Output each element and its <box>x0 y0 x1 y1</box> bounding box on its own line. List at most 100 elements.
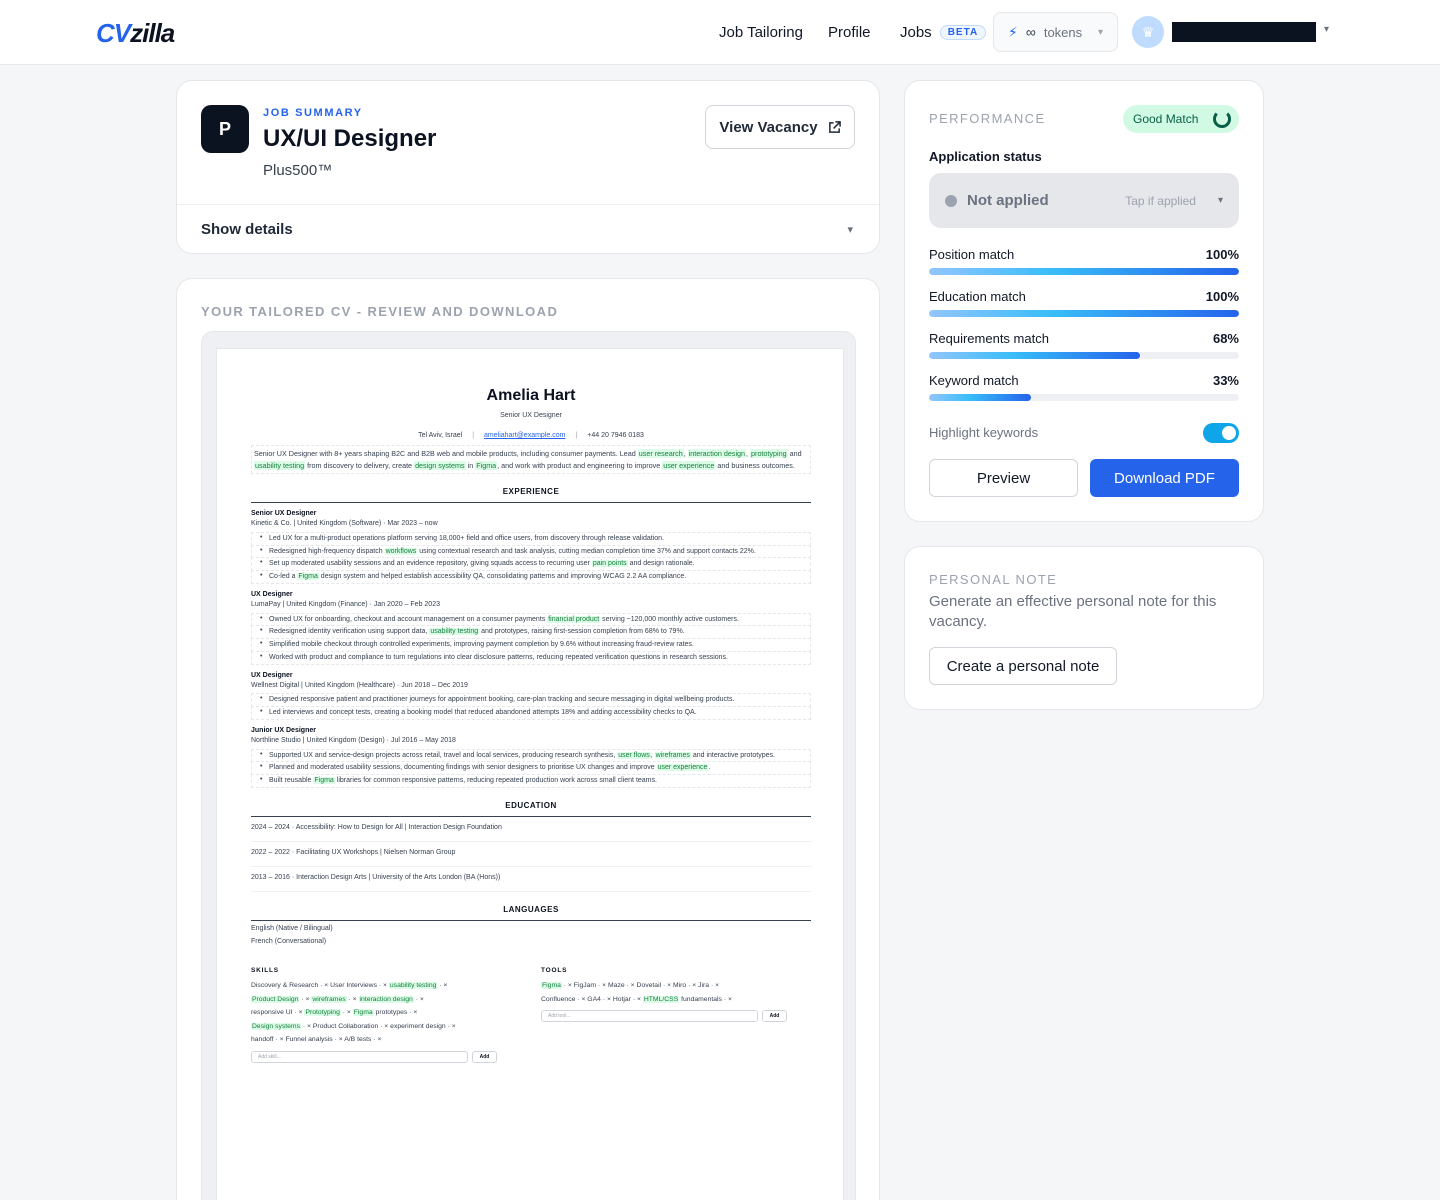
chevron-down-icon[interactable]: ▾ <box>1324 24 1329 35</box>
keyword-highlight[interactable]: interaction design <box>358 995 414 1003</box>
download-pdf-button[interactable]: Download PDF <box>1090 459 1239 497</box>
remove-icon[interactable]: · × <box>562 982 574 989</box>
education-entry[interactable]: 2024 – 2024 · Accessibility: How to Desi… <box>251 819 811 842</box>
position-title[interactable]: UX Designer <box>251 671 811 681</box>
tool-item[interactable]: FigJam <box>574 982 596 989</box>
keyword-highlight[interactable]: Figma <box>352 1009 374 1017</box>
skill-item[interactable]: responsive UI <box>251 1009 293 1016</box>
bullet-item[interactable]: Simplified mobile checkout through contr… <box>251 638 811 652</box>
remove-icon[interactable]: · × <box>686 982 698 989</box>
remove-icon[interactable]: · × <box>333 1036 345 1043</box>
bullet-item[interactable]: Led interviews and concept tests, creati… <box>251 706 811 720</box>
keyword-highlight[interactable]: HTML/CSS <box>642 995 680 1003</box>
remove-icon[interactable]: · × <box>631 996 643 1003</box>
remove-icon[interactable]: · × <box>318 982 330 989</box>
cv-email[interactable]: ameliahart@example.com <box>484 431 565 441</box>
position-title[interactable]: Senior UX Designer <box>251 509 811 519</box>
remove-icon[interactable]: · × <box>601 996 613 1003</box>
position-meta[interactable]: Wellnest Digital | United Kingdom (Healt… <box>251 681 811 691</box>
nav-job-tailoring[interactable]: Job Tailoring <box>719 0 803 64</box>
add-skill-input[interactable]: Add skill... <box>251 1050 468 1063</box>
tool-item[interactable]: Confluence <box>541 996 575 1003</box>
chevron-down-icon[interactable]: ▾ <box>847 223 853 236</box>
cv-phone[interactable]: +44 20 7946 0183 <box>587 431 644 441</box>
tool-item[interactable]: Miro <box>673 982 686 989</box>
keyword-highlight[interactable]: Design systems <box>251 1022 301 1030</box>
highlight-keywords-toggle[interactable] <box>1203 423 1239 443</box>
tool-item[interactable]: Maze <box>608 982 625 989</box>
remove-icon[interactable]: · × <box>625 982 637 989</box>
bullet-item[interactable]: Supported UX and service-design projects… <box>251 748 811 763</box>
bullet-item[interactable]: Redesigned high-frequency dispatch workf… <box>251 544 811 559</box>
cv-role[interactable]: Senior UX Designer <box>251 411 811 421</box>
skill-item[interactable]: handoff <box>251 1036 274 1043</box>
skill-item[interactable]: Discovery & Research <box>251 982 318 989</box>
nav-jobs[interactable]: Jobs BETA <box>900 0 987 64</box>
add-tool-input[interactable]: Add tool... <box>541 1010 758 1023</box>
remove-icon[interactable]: · × <box>301 1023 313 1030</box>
cv-summary[interactable]: Senior UX Designer with 8+ years shaping… <box>251 444 811 475</box>
keyword-highlight[interactable]: Prototyping <box>304 1009 341 1017</box>
view-vacancy-button[interactable]: View Vacancy <box>705 105 855 149</box>
remove-icon[interactable]: · × <box>596 982 608 989</box>
bullet-item[interactable]: Designed responsive patient and practiti… <box>251 693 811 708</box>
remove-icon[interactable]: · × <box>377 982 389 989</box>
show-details-toggle[interactable]: Show details <box>201 221 293 238</box>
tool-item[interactable]: fundamentals <box>679 996 722 1003</box>
cv-name[interactable]: Amelia Hart <box>251 385 811 407</box>
language-entry[interactable]: French (Conversational) <box>251 937 811 947</box>
keyword-highlight[interactable]: Figma <box>541 982 562 990</box>
remove-icon[interactable]: · × <box>347 996 359 1003</box>
bullet-item[interactable]: Led UX for a multi-product operations pl… <box>251 531 811 546</box>
nav-profile[interactable]: Profile <box>828 0 871 64</box>
bullet-item[interactable]: Owned UX for onboarding, checkout and ac… <box>251 612 811 627</box>
preview-button[interactable]: Preview <box>929 459 1078 497</box>
bullet-item[interactable]: Redesigned identity verification using s… <box>251 625 811 640</box>
remove-icon[interactable]: · × <box>575 996 587 1003</box>
skill-item[interactable]: A/B tests <box>344 1036 371 1043</box>
bullet-item[interactable]: Worked with product and compliance to tu… <box>251 650 811 665</box>
remove-icon[interactable]: · × <box>709 982 719 989</box>
remove-icon[interactable]: · × <box>371 1036 381 1043</box>
application-status-select[interactable]: Not applied Tap if applied ▾ <box>929 173 1239 228</box>
bullet-item[interactable]: Built reusable Figma libraries for commo… <box>251 774 811 788</box>
position-title[interactable]: Junior UX Designer <box>251 726 811 736</box>
remove-icon[interactable]: · × <box>293 1009 305 1016</box>
position-title[interactable]: UX Designer <box>251 590 811 600</box>
remove-icon[interactable]: · × <box>437 982 447 989</box>
education-entry[interactable]: 2022 – 2022 · Facilitating UX Workshops … <box>251 844 811 867</box>
skill-item[interactable]: Product Collaboration <box>313 1023 378 1030</box>
education-entry[interactable]: 2013 – 2016 · Interaction Design Arts | … <box>251 869 811 892</box>
tokens-button[interactable]: ⚡ ∞ tokens ▾ <box>993 12 1118 52</box>
skill-item[interactable]: experiment design <box>390 1023 446 1030</box>
remove-icon[interactable]: · × <box>414 996 424 1003</box>
position-meta[interactable]: Northline Studio | United Kingdom (Desig… <box>251 736 811 746</box>
bullet-item[interactable]: Set up moderated usability sessions and … <box>251 557 811 572</box>
cv-preview-frame[interactable]: Amelia Hart Senior UX Designer Tel Aviv,… <box>201 331 856 1200</box>
create-personal-note-button[interactable]: Create a personal note <box>929 647 1117 685</box>
tool-item[interactable]: Jira <box>698 982 709 989</box>
tool-item[interactable]: GA4 <box>587 996 601 1003</box>
keyword-highlight[interactable]: wireframes <box>311 995 347 1003</box>
language-entry[interactable]: English (Native / Bilingual) <box>251 924 811 934</box>
tool-item[interactable]: Hotjar <box>613 996 631 1003</box>
skill-item[interactable]: prototypes <box>374 1009 408 1016</box>
remove-icon[interactable]: · × <box>299 996 311 1003</box>
remove-icon[interactable]: · × <box>661 982 673 989</box>
bullet-item[interactable]: Co-led a Figma design system and helped … <box>251 570 811 584</box>
remove-icon[interactable]: · × <box>341 1009 353 1016</box>
skill-item[interactable]: Funnel analysis <box>285 1036 332 1043</box>
remove-icon[interactable]: · × <box>378 1023 390 1030</box>
remove-icon[interactable]: · × <box>407 1009 417 1016</box>
cv-location[interactable]: Tel Aviv, Israel <box>418 431 462 441</box>
add-tool-button[interactable]: Add <box>762 1010 787 1023</box>
add-skill-button[interactable]: Add <box>472 1050 497 1063</box>
cvzilla-logo[interactable]: CVzilla <box>96 18 175 49</box>
bullet-item[interactable]: Planned and moderated usability sessions… <box>251 761 811 776</box>
remove-icon[interactable]: · × <box>274 1036 286 1043</box>
tool-item[interactable]: Dovetail <box>637 982 662 989</box>
remove-icon[interactable]: · × <box>722 996 732 1003</box>
user-name-redacted[interactable] <box>1172 22 1316 42</box>
keyword-highlight[interactable]: Product Design <box>251 995 300 1003</box>
avatar[interactable]: ♛ <box>1132 16 1164 48</box>
